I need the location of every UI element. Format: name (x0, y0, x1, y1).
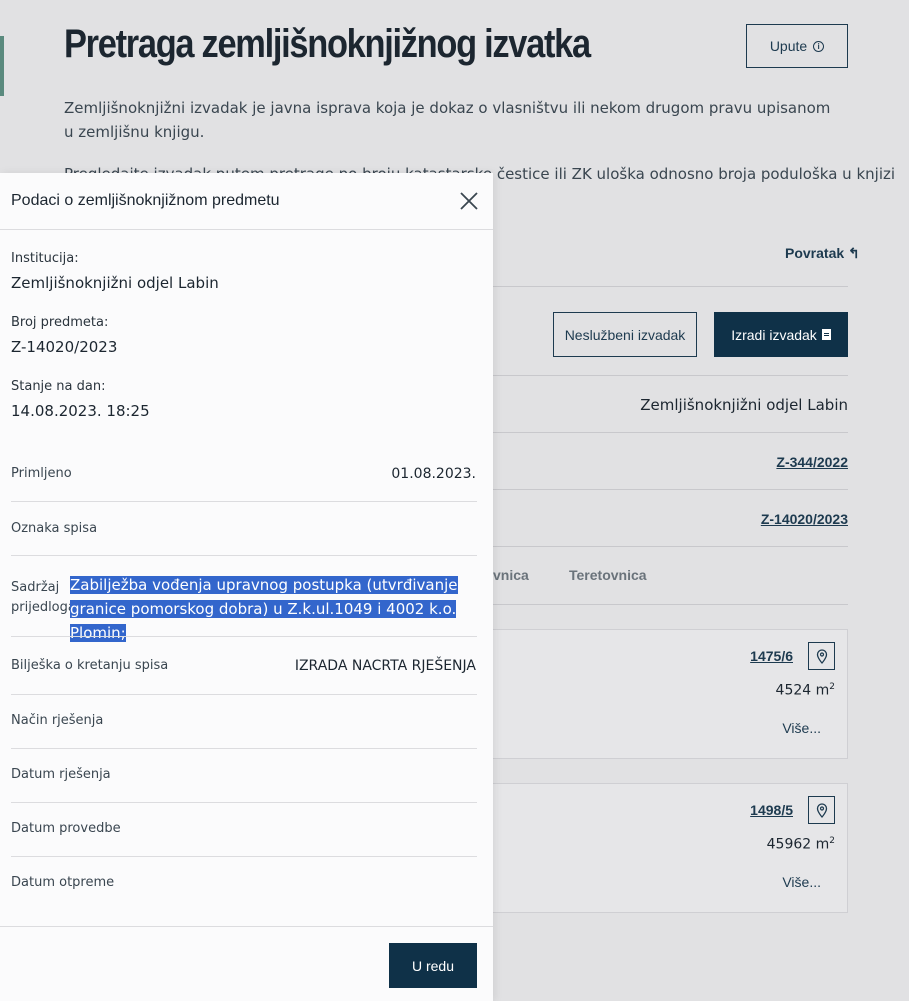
parcel-card: 1498/5 45962 m2 Više... (493, 783, 848, 913)
case-number-value: Z-14020/2023 (11, 338, 118, 356)
divider (493, 489, 848, 490)
parcel-card: 1475/6 4524 m2 Više... (493, 629, 848, 759)
map-pin-button[interactable] (808, 642, 835, 670)
map-pin-button[interactable] (808, 796, 835, 824)
dispatch-date-label: Datum otpreme (11, 875, 115, 890)
row-divider (11, 694, 477, 695)
resolution-date-label: Datum rješenja (11, 767, 111, 782)
close-icon[interactable] (458, 190, 480, 212)
divider (493, 286, 848, 287)
received-value: 01.08.2023. (391, 466, 476, 482)
received-label: Primljeno (11, 466, 72, 481)
state-date-label: Stanje na dan: (11, 379, 106, 394)
info-icon: i (813, 40, 825, 52)
modal-footer-divider (0, 926, 493, 927)
reference-link-1[interactable]: Z-344/2022 (776, 454, 848, 470)
modal-title: Podaci o zemljišnoknjižnom predmetu (11, 192, 280, 209)
divider (493, 604, 848, 605)
modal-header: Podaci o zemljišnoknjižnom predmetu (0, 173, 493, 230)
parcel-number-link[interactable]: 1475/6 (750, 648, 793, 664)
proposal-label: Sadržaj prijedloga (11, 580, 76, 615)
note-label: Bilješka o kretanju spisa (11, 658, 169, 673)
row-divider (11, 501, 477, 502)
proposal-value: Zabilježba vođenja upravnog postupka (ut… (70, 573, 470, 645)
divider (493, 546, 848, 547)
state-date-value: 14.08.2023. 18:25 (11, 402, 150, 420)
case-details-modal: Podaci o zemljišnoknjižnom predmetu Inst… (0, 173, 493, 1001)
department-value: Zemljišnoknjižni odjel Labin (640, 396, 848, 414)
help-button[interactable]: Upute i (746, 24, 848, 68)
parcel-area: 4524 m2 (775, 682, 835, 699)
parcel-area: 45962 m2 (766, 836, 835, 853)
help-button-label: Upute (769, 38, 808, 54)
parcel-more-link[interactable]: Više... (782, 720, 821, 736)
divider (493, 375, 848, 376)
institution-value: Zemljišnoknjižni odjel Labin (11, 274, 219, 292)
file-mark-label: Oznaka spisa (11, 521, 98, 536)
row-divider (11, 555, 477, 556)
map-pin-icon (816, 802, 827, 818)
document-icon (821, 329, 831, 340)
row-divider (11, 636, 477, 637)
create-extract-label: Izradi izvadak (731, 326, 817, 343)
intro-text: Zemljišnoknjižni izvadak je javna isprav… (64, 99, 831, 141)
tab-vlastovnica[interactable]: vnica (493, 567, 529, 583)
resolution-method-label: Način rješenja (11, 713, 104, 728)
row-divider (11, 856, 477, 857)
create-extract-button[interactable]: Izradi izvadak (714, 312, 848, 357)
institution-label: Institucija: (11, 251, 79, 266)
note-value: IZRADA NACRTA RJEŠENJA (294, 658, 476, 674)
reference-link-2[interactable]: Z-14020/2023 (761, 511, 848, 527)
tab-teretovnica[interactable]: Teretovnica (569, 567, 647, 583)
proposal-value-text: Zabilježba vođenja upravnog postupka (ut… (70, 576, 458, 642)
ok-button[interactable]: U redu (389, 943, 477, 988)
row-divider (11, 802, 477, 803)
row-divider (11, 748, 477, 749)
execution-date-label: Datum provedbe (11, 821, 121, 836)
case-number-label: Broj predmeta: (11, 315, 109, 330)
parcel-more-link[interactable]: Više... (782, 874, 821, 890)
parcel-number-link[interactable]: 1498/5 (750, 802, 793, 818)
divider (493, 432, 848, 433)
left-accent-bar (0, 36, 4, 96)
map-pin-icon (816, 648, 827, 664)
unofficial-extract-button[interactable]: Neslužbeni izvadak (553, 312, 697, 357)
page-title: Pretraga zemljišnoknjižnog izvatka (64, 22, 591, 66)
back-link[interactable]: Povratak ↰ (785, 245, 860, 262)
